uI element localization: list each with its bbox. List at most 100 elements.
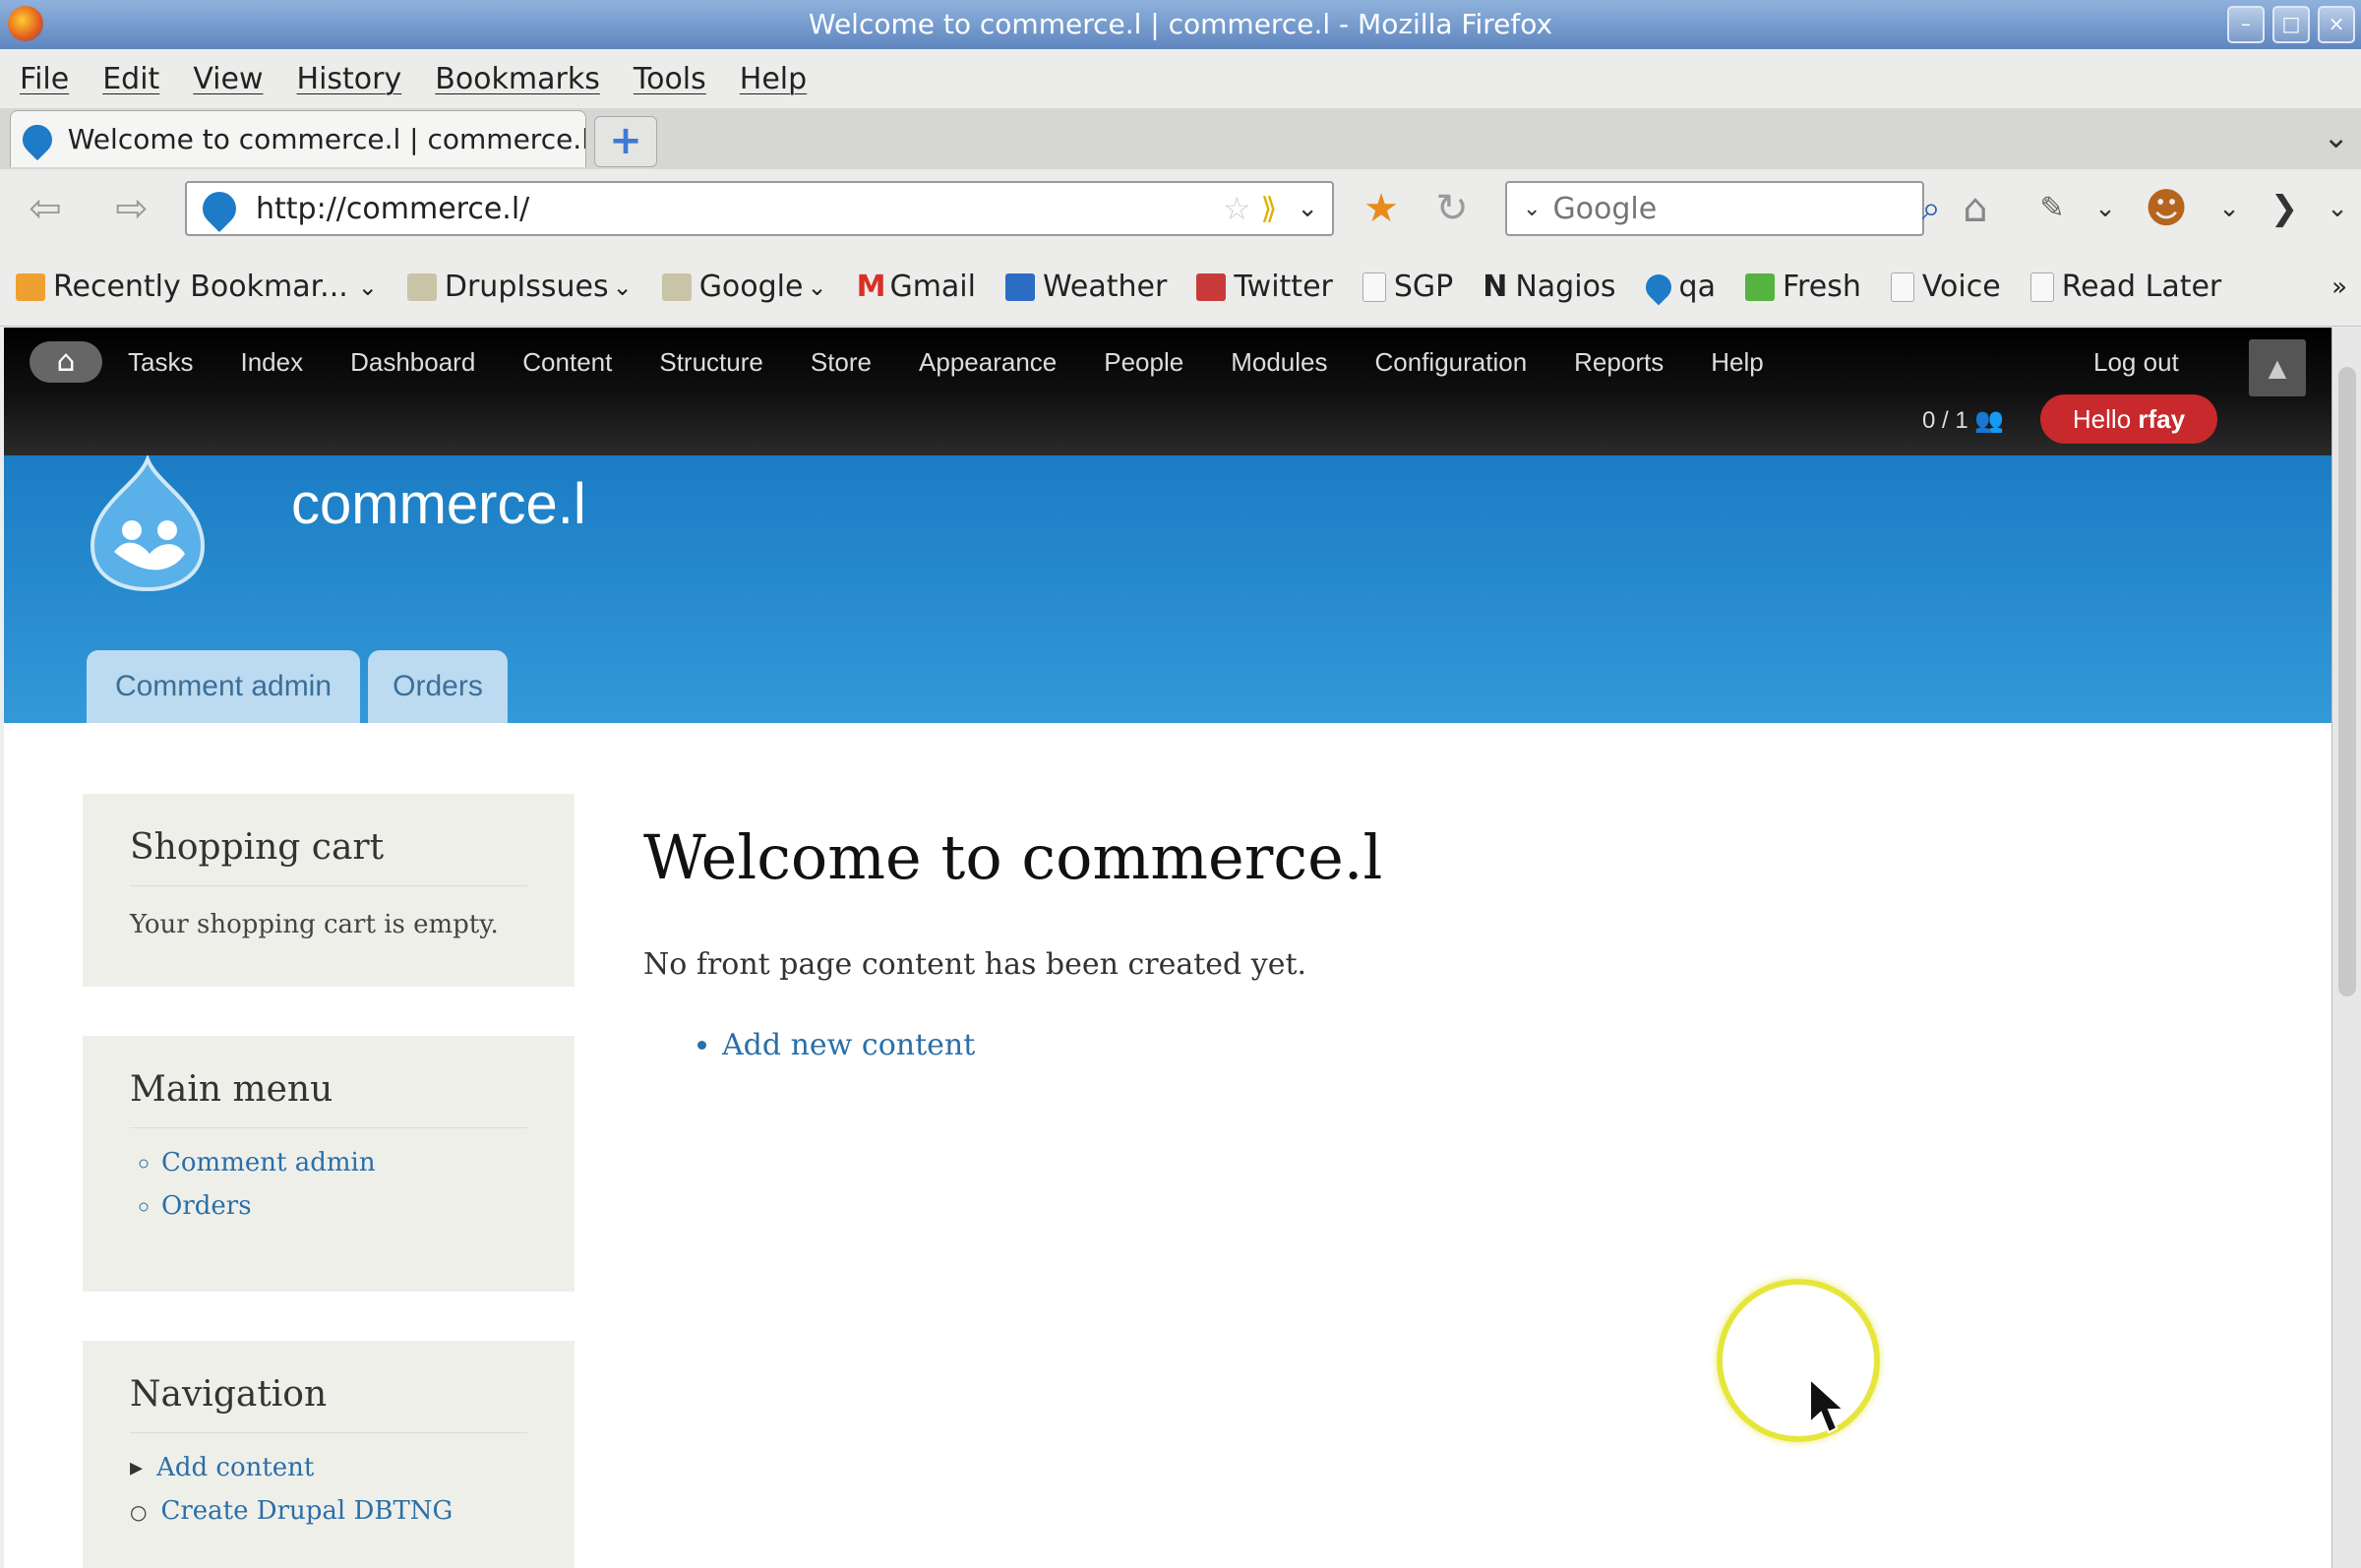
greasemonkey-icon[interactable]: ☻ [2141, 183, 2192, 234]
main-menu-title: Main menu [130, 1069, 527, 1128]
rss-folder-icon [16, 272, 45, 301]
menu-file[interactable]: File [20, 62, 69, 96]
close-button[interactable]: × [2318, 6, 2355, 43]
admin-menu-tasks[interactable]: Tasks [128, 347, 193, 378]
window-title-bar: Welcome to commerce.l | commerce.l - Moz… [0, 0, 2361, 49]
maximize-button[interactable]: □ [2272, 6, 2310, 43]
url-input[interactable] [254, 190, 1223, 227]
bookmark-google[interactable]: Google ⌄ [661, 270, 827, 304]
navigation-block: Navigation Add content Create Drupal DBT… [83, 1341, 575, 1568]
shopping-cart-block: Shopping cart Your shopping cart is empt… [83, 794, 575, 987]
admin-menu-store[interactable]: Store [811, 347, 872, 378]
drupal-favicon-icon [16, 118, 59, 160]
folder-icon [661, 272, 692, 301]
navigation-toolbar: ⇦ ⇨ ☆ ⟫ ⌄ ★ ↻ ⌄ ⌕ ⌂ ✎ ⌄ ☻ ⌄ ❯ ⌄ [0, 169, 2361, 248]
admin-menu: Tasks Index Dashboard Content Structure … [128, 347, 1811, 378]
forward-arrow-icon[interactable]: ⇨ [106, 183, 157, 234]
bookmark-star-icon[interactable]: ☆ [1223, 190, 1251, 227]
bookmark-gmail[interactable]: M Gmail [857, 270, 976, 304]
toolbar-toggle-icon[interactable]: ▲ [2249, 339, 2306, 396]
page-icon [2029, 271, 2054, 302]
navigation-title: Navigation [130, 1374, 527, 1433]
menu-edit[interactable]: Edit [102, 62, 159, 96]
logout-link[interactable]: Log out [2093, 347, 2179, 378]
bookmark-label: qa [1678, 270, 1716, 304]
tab-list-chevron-icon[interactable]: ⌄ [2323, 118, 2349, 155]
admin-menu-structure[interactable]: Structure [659, 347, 763, 378]
bookmark-nagios[interactable]: N Nagios [1483, 270, 1615, 304]
hello-user-badge[interactable]: Hello rfay [2040, 394, 2217, 444]
bookmark-label: SGP [1393, 270, 1454, 304]
browser-tab-active[interactable]: Welcome to commerce.l | commerce.l [10, 110, 586, 167]
bookmark-drupissues[interactable]: DrupIssues ⌄ [406, 270, 633, 304]
admin-menu-people[interactable]: People [1104, 347, 1183, 378]
username: rfay [2138, 404, 2186, 434]
home-icon[interactable]: ⌂ [1950, 183, 2001, 234]
tab-comment-admin[interactable]: Comment admin [87, 650, 360, 723]
bookmark-label: Fresh [1782, 270, 1861, 304]
site-name[interactable]: commerce.l [291, 471, 586, 537]
menu-view[interactable]: View [193, 62, 263, 96]
admin-menu-help[interactable]: Help [1711, 347, 1763, 378]
cart-empty-text: Your shopping cart is empty. [130, 910, 499, 939]
bookmark-label: Weather [1042, 270, 1168, 304]
vertical-scrollbar[interactable] [2331, 328, 2361, 1568]
main-menu-list: Comment admin Orders [130, 1148, 527, 1221]
menu-help[interactable]: Help [740, 62, 807, 96]
user-count-text: 0 / 1 [1922, 407, 1968, 434]
admin-menu-modules[interactable]: Modules [1231, 347, 1327, 378]
admin-menu-configuration[interactable]: Configuration [1375, 347, 1528, 378]
bookmarks-overflow-icon[interactable]: » [2331, 272, 2347, 302]
bookmark-weather[interactable]: Weather [1004, 270, 1168, 304]
page-title: Welcome to commerce.l [643, 821, 1383, 893]
bookmark-twitter[interactable]: Twitter [1196, 270, 1333, 304]
bookmark-label: Google [698, 270, 804, 304]
window-controls: – □ × [2227, 6, 2355, 43]
scrollbar-thumb[interactable] [2338, 367, 2356, 996]
bookmark-fresh[interactable]: Fresh [1744, 270, 1861, 304]
search-engine-chevron-icon[interactable]: ⌄ [1523, 197, 1541, 221]
toolbar-overflow-icon[interactable]: ❯ [2259, 183, 2310, 234]
minimize-button[interactable]: – [2227, 6, 2265, 43]
new-tab-button[interactable]: + [594, 116, 657, 167]
bookmark-label: Voice [1921, 270, 2001, 304]
bookmark-read-later[interactable]: Read Later [2029, 270, 2221, 304]
reload-icon[interactable]: ↻ [1426, 183, 1478, 234]
url-history-chevron-icon[interactable]: ⌄ [1297, 194, 1318, 223]
bookmark-label: Twitter [1234, 270, 1333, 304]
menu-tools[interactable]: Tools [634, 62, 706, 96]
site-identity-icon[interactable] [195, 184, 244, 233]
search-icon[interactable]: ⌕ [1921, 189, 1940, 228]
bookmark-sgp[interactable]: SGP [1362, 270, 1453, 304]
main-menu-item-orders[interactable]: Orders [161, 1191, 527, 1221]
back-arrow-icon[interactable]: ⇦ [20, 183, 71, 234]
bookmark-voice[interactable]: Voice [1890, 270, 2001, 304]
add-content-list: Add new content [693, 1028, 975, 1062]
addon-chevron-icon[interactable]: ⌄ [2080, 183, 2131, 234]
nav-item-create-drupal-dbtng[interactable]: Create Drupal DBTNG [130, 1496, 527, 1526]
main-menu-item-comment-admin[interactable]: Comment admin [161, 1148, 527, 1177]
bookmark-recently-bookmarked[interactable]: Recently Bookmar... ⌄ [16, 270, 378, 304]
admin-home-icon[interactable]: ⌂ [30, 341, 102, 383]
url-bar[interactable]: ☆ ⟫ ⌄ [185, 181, 1334, 236]
search-input[interactable] [1550, 190, 1922, 227]
addon-icon[interactable]: ✎ [2027, 183, 2078, 234]
bookmark-orange-star-icon[interactable]: ★ [1356, 183, 1407, 234]
admin-menu-appearance[interactable]: Appearance [919, 347, 1057, 378]
admin-menu-reports[interactable]: Reports [1574, 347, 1664, 378]
toolbar-overflow-chevron-icon[interactable]: ⌄ [2312, 183, 2361, 234]
add-new-content-link[interactable]: Add new content [722, 1028, 975, 1062]
nav-item-add-content[interactable]: Add content [130, 1453, 527, 1482]
bookmark-qa[interactable]: qa [1640, 269, 1716, 305]
admin-menu-dashboard[interactable]: Dashboard [350, 347, 475, 378]
menu-bookmarks[interactable]: Bookmarks [435, 62, 600, 96]
tab-orders[interactable]: Orders [368, 650, 508, 723]
greasemonkey-chevron-icon[interactable]: ⌄ [2204, 183, 2255, 234]
go-arrow-icon[interactable]: ⟫ [1261, 192, 1278, 226]
drupal-icon [1640, 269, 1676, 305]
admin-menu-content[interactable]: Content [522, 347, 612, 378]
search-bar[interactable]: ⌄ ⌕ [1505, 181, 1940, 236]
admin-menu-index[interactable]: Index [240, 347, 303, 378]
menu-history[interactable]: History [297, 62, 402, 96]
drupal-logo[interactable] [79, 455, 216, 593]
